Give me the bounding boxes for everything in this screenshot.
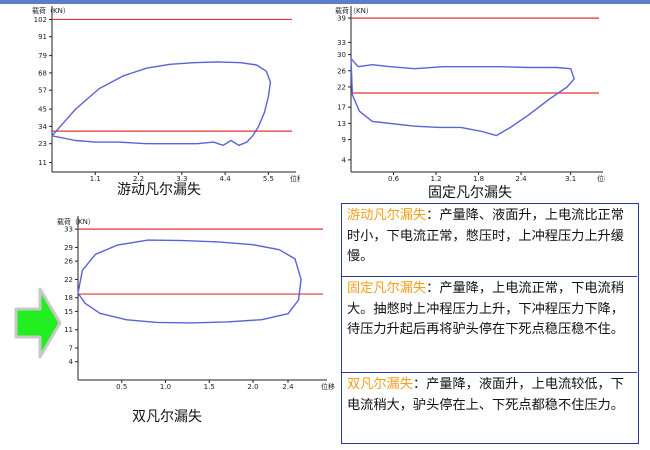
- y-tick-label: 33: [64, 226, 73, 234]
- explanation-double-valve: 双凡尔漏失：产量降，液面升，上电流较低，下电流稍大，驴头停在上、下死点都稳不住压…: [342, 373, 637, 443]
- explanation-colon: ：: [412, 377, 427, 392]
- explanation-title: 双凡尔漏失: [347, 377, 413, 392]
- y-tick-label: 79: [38, 52, 47, 60]
- caption-double-valve-leak: 双凡尔漏失: [132, 409, 202, 425]
- x-tick-label: 0.5: [116, 383, 127, 391]
- y-tick-label: 26: [337, 67, 346, 75]
- y-tick-label: 18: [64, 294, 73, 302]
- y-tick-label: 33: [337, 39, 346, 47]
- y-axis-label: 载荷（KN）: [57, 217, 95, 226]
- explanation-standing-valve: 固定凡尔漏失：产量降，上电流正常，下电流稍大。抽憋时上冲程压力上升，下冲程压力下…: [342, 277, 637, 373]
- explanation-title: 游动凡尔漏失: [347, 208, 427, 223]
- explanation-colon: ：: [426, 208, 440, 223]
- y-tick-label: 4: [342, 156, 347, 164]
- y-tick-label: 9: [342, 136, 346, 144]
- chart-travelling-valve-leak: 10291796857453423111.1 2.2 3.3 4.4 5.5载荷（KN）…: [32, 6, 300, 183]
- x-tick-label: 1.5: [204, 383, 215, 391]
- explanation-travelling-valve: 游动凡尔漏失：产量降、液面升，上电流比正常时小，下电流正常，憋压时，上冲程压力上…: [342, 204, 637, 277]
- dynamometer-curve: [350, 57, 575, 137]
- y-tick-label: 29: [64, 244, 73, 252]
- x-tick-label: 3.1: [565, 175, 576, 183]
- caption-standing-valve-leak: 固定凡尔漏失: [428, 185, 512, 201]
- x-axis-label: 位移: [321, 382, 335, 391]
- y-tick-label: 13: [337, 120, 346, 128]
- explanation-title: 固定凡尔漏失: [347, 281, 427, 296]
- explanation-panel: 游动凡尔漏失：产量降、液面升，上电流比正常时小，下电流正常，憋压时，上冲程压力上…: [341, 203, 639, 444]
- green-arrow-icon: [14, 287, 62, 359]
- x-tick-label: 0.6: [388, 175, 400, 183]
- caption-travelling-valve-leak: 游动凡尔漏失: [117, 182, 201, 198]
- y-tick-label: 22: [64, 276, 73, 284]
- y-tick-label: 22: [337, 83, 346, 91]
- dynamometer-curve: [51, 61, 272, 147]
- dynamometer-curve: [77, 239, 302, 324]
- y-tick-label: 7: [69, 345, 73, 353]
- y-axis-label: 载荷（KN）: [32, 6, 70, 15]
- x-tick-label: 4.4: [220, 175, 232, 183]
- explanation-colon: ：: [426, 281, 440, 296]
- y-tick-label: 26: [64, 258, 73, 266]
- x-axis-label: 位移: [290, 174, 300, 183]
- y-tick-label: 91: [38, 33, 47, 41]
- x-tick-label: 2.4: [282, 383, 294, 391]
- chart-double-valve-leak: 33 29 26 22 18 15 11 7 4 0.5 1.0 1.5 2.0 2.4 载荷（KN） 位移: [57, 216, 335, 391]
- y-tick-label: 30: [337, 51, 346, 59]
- y-axis-label: 载荷（KN）: [335, 6, 373, 15]
- x-tick-label: 5.5: [263, 175, 274, 183]
- y-tick-label: 34: [38, 123, 47, 131]
- y-tick-label: 15: [64, 308, 73, 316]
- y-tick-label: 39: [337, 15, 346, 23]
- y-tick-label: 23: [38, 140, 47, 148]
- x-tick-label: 1.0: [160, 383, 171, 391]
- y-tick-label: 45: [38, 106, 47, 114]
- y-tick-label: 17: [337, 104, 346, 112]
- x-tick-label: 2.0: [247, 383, 258, 391]
- y-tick-label: 4: [69, 358, 74, 366]
- chart-standing-valve-leak: 39333026221713940.61.21.82.43.1载荷（KN）位移: [335, 6, 605, 183]
- y-tick-label: 68: [38, 69, 47, 77]
- x-tick-label: 2.4: [515, 175, 527, 183]
- x-axis-label: 位移: [597, 174, 605, 183]
- y-tick-label: 57: [38, 87, 47, 95]
- y-tick-label: 11: [38, 159, 47, 167]
- y-tick-label: 11: [64, 326, 73, 334]
- y-tick-label: 102: [34, 16, 47, 24]
- x-tick-label: 1.1: [90, 175, 101, 183]
